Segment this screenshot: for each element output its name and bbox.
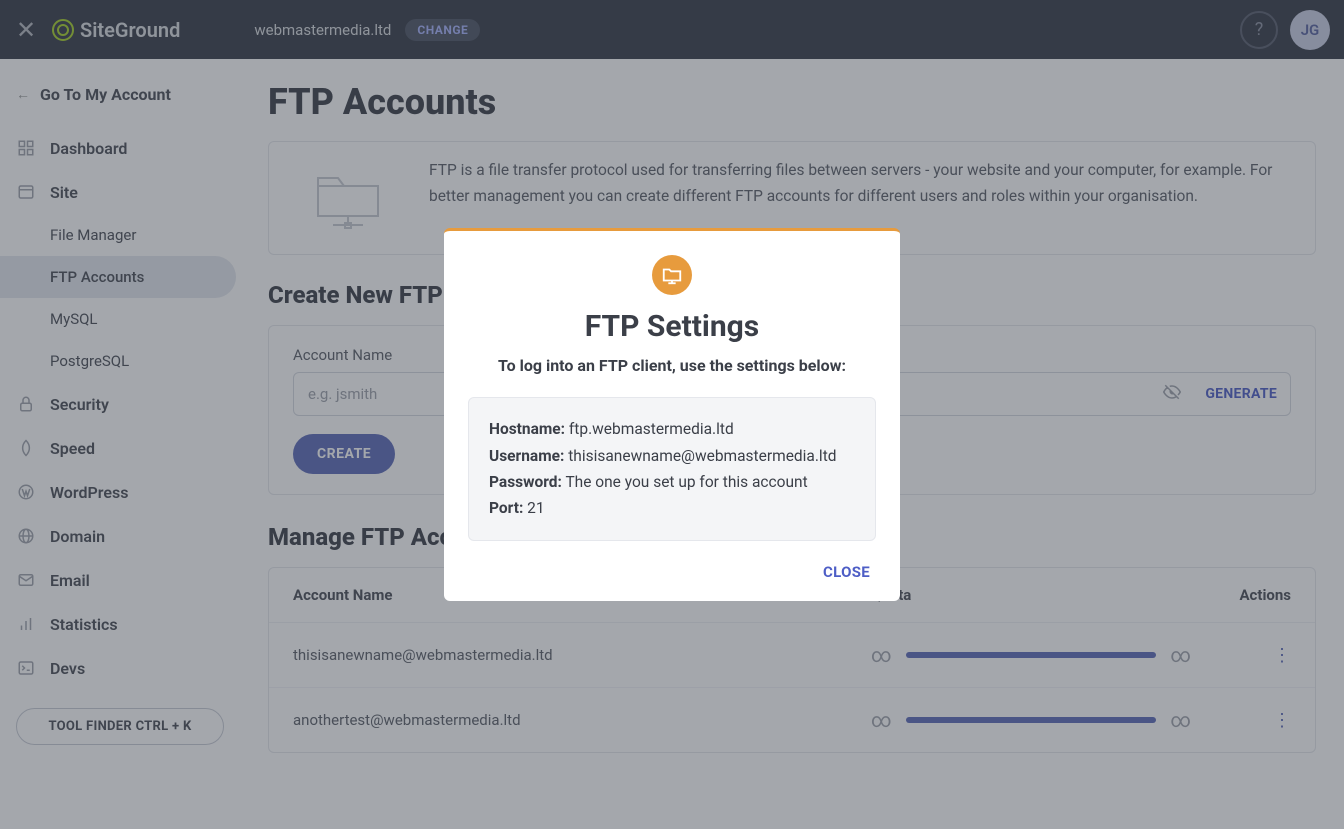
setting-hostname: Hostname: ftp.webmastermedia.ltd	[489, 416, 855, 442]
modal-overlay[interactable]: FTP Settings To log into an FTP client, …	[0, 0, 1344, 829]
setting-password: Password: The one you set up for this ac…	[489, 469, 855, 495]
settings-details: Hostname: ftp.webmastermedia.ltd Usernam…	[468, 397, 876, 540]
setting-port: Port: 21	[489, 495, 855, 521]
folder-network-icon	[652, 255, 692, 295]
modal-subtitle: To log into an FTP client, use the setti…	[468, 356, 876, 375]
setting-username: Username: thisisanewname@webmastermedia.…	[489, 443, 855, 469]
ftp-settings-modal: FTP Settings To log into an FTP client, …	[444, 228, 900, 600]
modal-title: FTP Settings	[468, 309, 876, 344]
close-button[interactable]: CLOSE	[468, 563, 876, 581]
